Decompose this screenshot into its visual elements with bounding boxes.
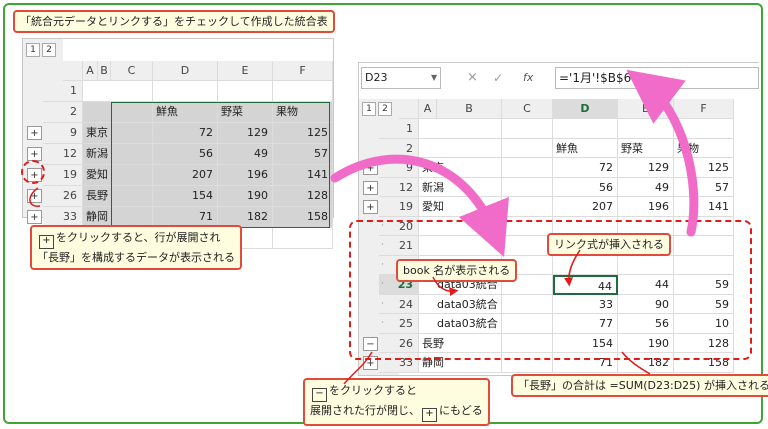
collapse-text-3: にもどる	[439, 404, 483, 417]
value-cell[interactable]: 196	[618, 197, 674, 217]
formula-input[interactable]: ='1月'!$B$6	[555, 67, 759, 89]
column-header-B[interactable]: B	[437, 99, 502, 119]
row-header-1[interactable]: 1	[379, 119, 419, 139]
expand-button-highlight	[21, 160, 45, 184]
selection-range	[111, 102, 330, 228]
expand-text-2: 「長野」を構成するデータが表示される	[37, 251, 235, 264]
empty-cell[interactable]	[455, 119, 502, 139]
confirm-icon[interactable]: ✓	[493, 67, 509, 89]
value-cell[interactable]: 129	[618, 158, 674, 178]
outline-level-1-button[interactable]: 1	[26, 43, 40, 57]
empty-cell[interactable]	[502, 138, 553, 158]
column-header-D[interactable]: D	[153, 61, 218, 81]
value-cell[interactable]: 野菜	[618, 138, 674, 158]
column-header-F[interactable]: F	[674, 99, 734, 119]
collapse-text-1: をクリックすると	[329, 384, 417, 397]
empty-cell[interactable]	[455, 177, 502, 197]
title-banner: 「統合元データとリンクする」をチェックして作成した統合表	[13, 10, 335, 33]
row-header-9[interactable]: 9	[379, 158, 419, 178]
column-header-E[interactable]: E	[618, 99, 674, 119]
expand-row-9-button[interactable]: +	[27, 126, 42, 140]
outline-level-2-button[interactable]: 2	[42, 43, 56, 57]
value-cell[interactable]: 49	[618, 177, 674, 197]
value-cell[interactable]	[674, 119, 734, 139]
column-header-A[interactable]: A	[83, 61, 98, 81]
expand-row-19-button[interactable]: +	[363, 200, 378, 214]
column-header-B[interactable]: B	[98, 61, 111, 81]
value-cell[interactable]: 125	[674, 158, 734, 178]
value-cell[interactable]: 鮮魚	[553, 138, 618, 158]
expand-callout: + をクリックすると、行が展開され 「長野」を構成するデータが表示される	[30, 225, 242, 270]
column-header-D[interactable]: D	[553, 99, 618, 119]
empty-cell[interactable]	[502, 119, 553, 139]
book-name-callout: book 名が表示される	[396, 259, 518, 282]
value-cell[interactable]	[618, 119, 674, 139]
plus-icon: +	[39, 235, 54, 249]
row-header-12[interactable]: 12	[379, 177, 419, 197]
row-header-2[interactable]: 2	[43, 102, 83, 123]
empty-cell[interactable]	[502, 158, 553, 178]
expand-row-26-button[interactable]: +	[27, 189, 42, 203]
empty-cell[interactable]	[455, 138, 502, 158]
row-header-1[interactable]: 1	[43, 81, 83, 102]
expand-text-1: をクリックすると、行が展開され	[56, 231, 221, 244]
corner-cell[interactable]	[399, 99, 419, 119]
row-header-19[interactable]: 19	[43, 165, 83, 186]
empty-cell[interactable]	[502, 197, 553, 217]
value-cell[interactable]	[553, 119, 618, 139]
outline-level-2-button[interactable]: 2	[378, 102, 392, 116]
row-header-12[interactable]: 12	[43, 144, 83, 165]
value-cell[interactable]	[273, 228, 333, 249]
expand-row-12-button[interactable]: +	[363, 180, 378, 195]
row-header-9[interactable]: 9	[43, 123, 83, 144]
value-cell[interactable]: 141	[674, 197, 734, 217]
corner-cell[interactable]	[63, 61, 83, 81]
expand-row-33-button[interactable]: +	[27, 210, 42, 224]
empty-cell[interactable]	[455, 197, 502, 217]
empty-cell[interactable]	[502, 177, 553, 197]
value-cell[interactable]: 72	[553, 158, 618, 178]
cancel-icon[interactable]: ×	[467, 67, 483, 89]
value-cell[interactable]: 57	[674, 177, 734, 197]
minus-icon: −	[312, 388, 327, 402]
expand-row-12-button[interactable]: +	[27, 147, 42, 161]
value-cell[interactable]: 果物	[674, 138, 734, 158]
link-formula-callout: リンク式が挿入される	[547, 233, 671, 256]
value-cell[interactable]: 207	[553, 197, 618, 217]
sum-formula-callout: 「長野」の合計は =SUM(D23:D25) が挿入される	[511, 374, 768, 397]
left-spreadsheet: 1 2 A B C D E F 1 2 鮮魚 野菜 果物 9 + 東京 72 129 125 12 + 新潟 56 49 57 1…	[22, 38, 334, 249]
column-header-C[interactable]: C	[111, 61, 153, 81]
function-icon[interactable]: fx	[523, 67, 541, 89]
row-header-19[interactable]: 19	[379, 197, 419, 217]
row-header-26[interactable]: 26	[43, 186, 83, 207]
column-header-F[interactable]: F	[273, 61, 333, 81]
column-header-A[interactable]: A	[419, 99, 437, 119]
collapse-callout: − をクリックすると 展開された行が閉じ、 + にもどる	[303, 378, 490, 426]
value-cell[interactable]	[218, 81, 273, 102]
value-cell[interactable]	[153, 81, 218, 102]
name-box[interactable]: D23	[361, 67, 441, 89]
column-header-E[interactable]: E	[218, 61, 273, 81]
expand-row-9-button[interactable]: +	[363, 161, 378, 175]
chevron-down-icon[interactable]: ▼	[431, 67, 441, 89]
name-cell[interactable]	[83, 81, 153, 102]
value-cell[interactable]	[273, 81, 333, 102]
outline-level-1-button[interactable]: 1	[362, 102, 376, 116]
row-header-2[interactable]: 2	[379, 138, 419, 158]
empty-cell[interactable]	[455, 158, 502, 178]
collapse-text-2: 展開された行が閉じ、	[310, 404, 420, 417]
plus-icon: +	[422, 408, 437, 422]
column-header-C[interactable]: C	[502, 99, 553, 119]
value-cell[interactable]: 56	[553, 177, 618, 197]
